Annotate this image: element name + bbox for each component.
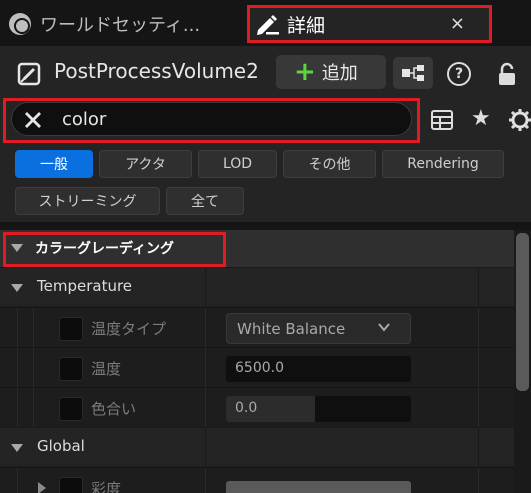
property-row-tint: 色合い 0.0 xyxy=(0,387,514,428)
indent-guide xyxy=(17,388,18,428)
section-temperature[interactable]: Temperature xyxy=(0,267,514,307)
temperature-type-dropdown[interactable]: White Balance xyxy=(226,313,411,344)
field-value: 0.0 xyxy=(235,400,258,416)
column-divider xyxy=(478,428,479,467)
tab-world-settings[interactable]: ワールドセッティ... xyxy=(0,4,243,44)
property-row-saturation: 彩度 xyxy=(0,467,514,493)
close-tab-icon[interactable]: × xyxy=(450,13,465,34)
column-divider xyxy=(478,348,479,388)
filter-chip[interactable]: その他 xyxy=(283,150,376,178)
filter-chip[interactable]: LOD xyxy=(198,150,277,178)
property-label: 彩度 xyxy=(91,480,122,493)
property-tree: カラーグレーディング Temperature 温度タイプ White Balan… xyxy=(0,230,514,493)
indent-guide xyxy=(17,348,18,388)
field-value: 6500.0 xyxy=(235,360,284,376)
edit-icon xyxy=(257,15,279,35)
collapse-arrow-icon[interactable] xyxy=(11,284,23,292)
property-matrix-icon[interactable] xyxy=(431,110,453,130)
details-header: PostProcessVolume2 + 追加 ? xyxy=(0,46,531,96)
indent-guide xyxy=(33,388,34,428)
filter-chip[interactable]: 一般 xyxy=(15,150,93,178)
override-checkbox[interactable] xyxy=(59,477,83,493)
indent-guide xyxy=(33,308,34,348)
blueprint-button[interactable] xyxy=(393,57,433,89)
property-row-temperature: 温度 6500.0 xyxy=(0,347,514,388)
override-checkbox[interactable] xyxy=(59,397,83,421)
indent-guide xyxy=(33,348,34,388)
filter-chip[interactable]: ストリーミング xyxy=(15,187,160,215)
filter-chip[interactable]: 全て xyxy=(166,187,244,215)
gear-icon[interactable] xyxy=(508,108,531,132)
actor-name: PostProcessVolume2 xyxy=(54,59,259,83)
expand-arrow-icon[interactable] xyxy=(38,482,46,493)
section-label: Global xyxy=(37,437,85,455)
indent-guide xyxy=(17,468,18,493)
column-divider xyxy=(205,268,206,307)
tab-details[interactable]: 詳細 × xyxy=(247,5,492,43)
column-divider xyxy=(478,468,479,493)
column-divider xyxy=(205,428,206,467)
favorites-star-icon[interactable]: ★ xyxy=(471,106,491,131)
override-checkbox[interactable] xyxy=(59,357,83,381)
blueprint-hierarchy-icon xyxy=(402,65,424,81)
column-divider xyxy=(478,388,479,428)
section-global[interactable]: Global xyxy=(0,427,514,467)
column-divider xyxy=(478,268,479,307)
scrollbar-thumb[interactable] xyxy=(516,233,529,391)
tab-bar: ワールドセッティ... 詳細 × xyxy=(0,0,531,46)
dropdown-value: White Balance xyxy=(237,320,346,338)
filter-chip-bar: 一般 アクタ LOD その他 Rendering ストリーミング 全て xyxy=(0,144,531,222)
saturation-color-bar[interactable] xyxy=(226,481,411,493)
help-icon[interactable]: ? xyxy=(447,62,471,86)
globe-icon xyxy=(9,13,31,35)
property-label: 色合い xyxy=(91,400,137,418)
lock-icon[interactable] xyxy=(496,62,518,86)
temperature-value-field[interactable]: 6500.0 xyxy=(226,356,411,382)
column-divider xyxy=(205,468,206,493)
add-label: 追加 xyxy=(321,63,358,84)
plus-icon: + xyxy=(294,57,316,87)
property-row-temperature-type: 温度タイプ White Balance xyxy=(0,307,514,348)
post-process-volume-icon xyxy=(17,62,41,86)
category-color-grading[interactable]: カラーグレーディング xyxy=(0,230,514,267)
search-row: ★ xyxy=(0,96,531,144)
filter-chip[interactable]: アクタ xyxy=(99,150,192,178)
separator xyxy=(0,222,531,230)
collapse-arrow-icon[interactable] xyxy=(11,444,23,452)
category-highlight xyxy=(3,232,226,267)
section-label: Temperature xyxy=(37,277,133,295)
property-label: 温度 xyxy=(91,360,122,378)
column-divider xyxy=(478,308,479,348)
override-checkbox[interactable] xyxy=(59,317,83,341)
chevron-down-icon xyxy=(378,323,390,332)
search-highlight xyxy=(3,98,420,143)
column-divider xyxy=(205,308,206,348)
filter-chip[interactable]: Rendering xyxy=(382,150,504,178)
column-divider xyxy=(205,348,206,388)
property-label: 温度タイプ xyxy=(91,320,167,338)
indent-guide xyxy=(17,308,18,348)
add-component-button[interactable]: + 追加 xyxy=(276,55,386,89)
column-divider xyxy=(205,388,206,428)
tab-label: 詳細 xyxy=(287,14,326,37)
tab-label: ワールドセッティ... xyxy=(40,15,201,36)
